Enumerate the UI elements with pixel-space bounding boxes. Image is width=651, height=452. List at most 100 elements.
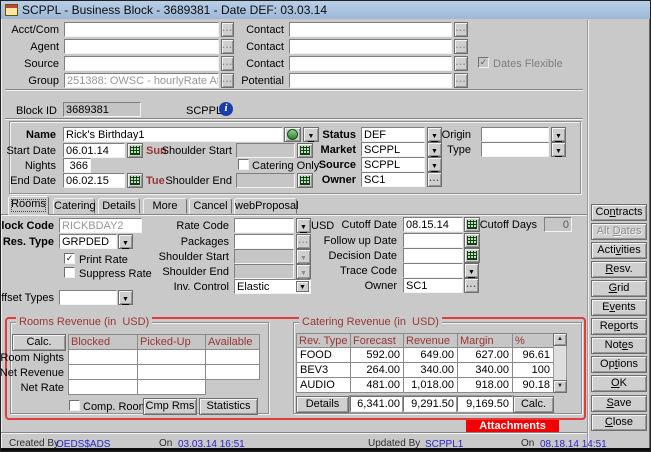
- potential-field[interactable]: [289, 73, 452, 88]
- grid-button[interactable]: Grid: [591, 280, 647, 297]
- packages-field[interactable]: [234, 234, 294, 249]
- rate-code-lov-button[interactable]: ▼: [296, 218, 311, 233]
- comp-rooms-checkbox[interactable]: [69, 400, 80, 411]
- scroll-down-button[interactable]: ▼: [553, 380, 567, 393]
- cell-forecast[interactable]: 592.00: [350, 347, 404, 363]
- contact2-field[interactable]: [289, 39, 452, 54]
- tab-rooms[interactable]: Rooms: [8, 196, 49, 215]
- acct-com-field[interactable]: [64, 22, 219, 37]
- close-button[interactable]: Close: [591, 414, 647, 431]
- rooms-calc-button[interactable]: Calc.: [12, 334, 66, 351]
- origin-lov-button[interactable]: ▼: [551, 127, 566, 142]
- market-lov-button[interactable]: ▼: [427, 142, 442, 157]
- cmp-rms-button[interactable]: Cmp Rms: [143, 398, 197, 415]
- cutoff-date-calendar-button[interactable]: [464, 217, 480, 232]
- owner-field[interactable]: SC1: [361, 172, 425, 187]
- shoulder-end-calendar-button[interactable]: [297, 173, 313, 188]
- tab-catering[interactable]: Catering: [53, 198, 95, 214]
- cell-rev-type[interactable]: BEV3: [296, 362, 351, 378]
- offset-types-lov-button[interactable]: ▼: [118, 290, 133, 305]
- statistics-button[interactable]: Statistics: [199, 398, 258, 415]
- cell-margin[interactable]: 918.00: [457, 377, 513, 393]
- translate-button[interactable]: [284, 127, 301, 142]
- nights-field[interactable]: 366: [63, 158, 91, 173]
- cell-revenue[interactable]: 340.00: [403, 362, 458, 378]
- acct-com-lookup-button[interactable]: ...: [221, 22, 234, 37]
- start-date-calendar-button[interactable]: [127, 143, 143, 158]
- contact1-lookup-button[interactable]: ...: [454, 22, 468, 37]
- options-button[interactable]: Options: [591, 356, 647, 373]
- ok-button[interactable]: OK: [591, 375, 647, 392]
- cell-margin[interactable]: 340.00: [457, 362, 513, 378]
- name-lov-button[interactable]: ▼: [303, 127, 319, 142]
- group-field[interactable]: 251388: OWSC - hourlyRate Attribute: [64, 73, 219, 88]
- cell-revenue[interactable]: 1,018.00: [403, 377, 458, 393]
- cell-pct[interactable]: 90.18: [512, 377, 554, 393]
- cell-pct[interactable]: 96.61: [512, 347, 554, 363]
- res-type-field[interactable]: GRPDED: [59, 234, 117, 249]
- notes-button[interactable]: Notes: [591, 337, 647, 354]
- contact1-field[interactable]: [289, 22, 452, 37]
- catering-calc-button[interactable]: Calc.: [513, 396, 554, 413]
- status-field[interactable]: DEF: [361, 127, 425, 142]
- trace-code-lov-button[interactable]: ▼: [464, 263, 479, 278]
- agent-field[interactable]: [64, 39, 219, 54]
- group-lookup-button[interactable]: ...: [221, 73, 234, 88]
- contact3-lookup-button[interactable]: ...: [454, 56, 468, 71]
- source-lookup-button[interactable]: ...: [221, 56, 234, 71]
- tab-more[interactable]: More: [143, 198, 187, 214]
- end-date-field[interactable]: 06.02.15: [63, 173, 125, 188]
- cell-revenue[interactable]: 649.00: [403, 347, 458, 363]
- titlebar[interactable]: SCPPL - Business Block - 3689381 - Date …: [1, 1, 650, 19]
- activities-button[interactable]: Activities: [591, 242, 647, 259]
- market-field[interactable]: SCPPL: [361, 142, 425, 157]
- suppress-rate-checkbox[interactable]: [64, 267, 75, 278]
- cutoff-date-field[interactable]: 08.15.14: [403, 217, 463, 232]
- trace-code-field[interactable]: [403, 263, 463, 278]
- details-button[interactable]: Details: [296, 396, 349, 413]
- type-field[interactable]: [481, 142, 549, 157]
- print-rate-checkbox[interactable]: ✓: [64, 253, 75, 264]
- rooms-owner-lookup-button[interactable]: ...: [464, 278, 479, 293]
- decision-date-field[interactable]: [403, 248, 463, 263]
- contracts-button[interactable]: Contracts: [591, 204, 647, 221]
- rooms-owner-field[interactable]: SC1: [403, 278, 463, 293]
- packages-lookup-button[interactable]: ...: [296, 234, 311, 249]
- block-code-field[interactable]: RICKBDAY2: [59, 218, 142, 233]
- cell-forecast[interactable]: 264.00: [350, 362, 404, 378]
- rate-code-field[interactable]: [234, 218, 294, 233]
- start-date-field[interactable]: 06.01.14: [63, 143, 125, 158]
- agent-lookup-button[interactable]: ...: [221, 39, 234, 54]
- catering-scrollbar-track[interactable]: [553, 345, 567, 381]
- cell-forecast[interactable]: 481.00: [350, 377, 404, 393]
- cell-rev-type[interactable]: AUDIO: [296, 377, 351, 393]
- shoulder-start-calendar-button[interactable]: [297, 143, 313, 158]
- info-button[interactable]: i: [218, 101, 234, 117]
- combo-dropdown-button[interactable]: ▼: [296, 281, 309, 292]
- res-type-lov-button[interactable]: ▼: [118, 234, 133, 249]
- offset-types-field[interactable]: [59, 290, 117, 305]
- contact2-lookup-button[interactable]: ...: [454, 39, 468, 54]
- tab-details[interactable]: Details: [98, 198, 140, 214]
- potential-lookup-button[interactable]: ...: [454, 73, 468, 88]
- follow-up-date-field[interactable]: [403, 233, 463, 248]
- scroll-up-button[interactable]: ▲: [553, 333, 567, 346]
- origin-field[interactable]: [481, 127, 549, 142]
- cell-pct[interactable]: 100: [512, 362, 554, 378]
- owner-lookup-button[interactable]: ...: [427, 172, 442, 187]
- source-code-field[interactable]: SCPPL: [361, 157, 425, 172]
- tab-cancel[interactable]: Cancel: [189, 198, 232, 214]
- type-lov-button[interactable]: ▼: [551, 142, 566, 157]
- cell-margin[interactable]: 627.00: [457, 347, 513, 363]
- name-field[interactable]: Rick's Birthday1: [63, 127, 283, 142]
- resv-button[interactable]: Resv.: [591, 261, 647, 278]
- status-lov-button[interactable]: ▼: [427, 127, 442, 142]
- follow-up-calendar-button[interactable]: [464, 233, 480, 248]
- tab-webproposal[interactable]: webProposal: [234, 198, 297, 214]
- cell-rev-type[interactable]: FOOD: [296, 347, 351, 363]
- events-button[interactable]: Events: [591, 299, 647, 316]
- source-lov-button[interactable]: ▼: [427, 157, 442, 172]
- save-button[interactable]: Save: [591, 395, 647, 412]
- inv-control-select[interactable]: Elastic ▼: [234, 279, 311, 294]
- reports-button[interactable]: Reports: [591, 318, 647, 335]
